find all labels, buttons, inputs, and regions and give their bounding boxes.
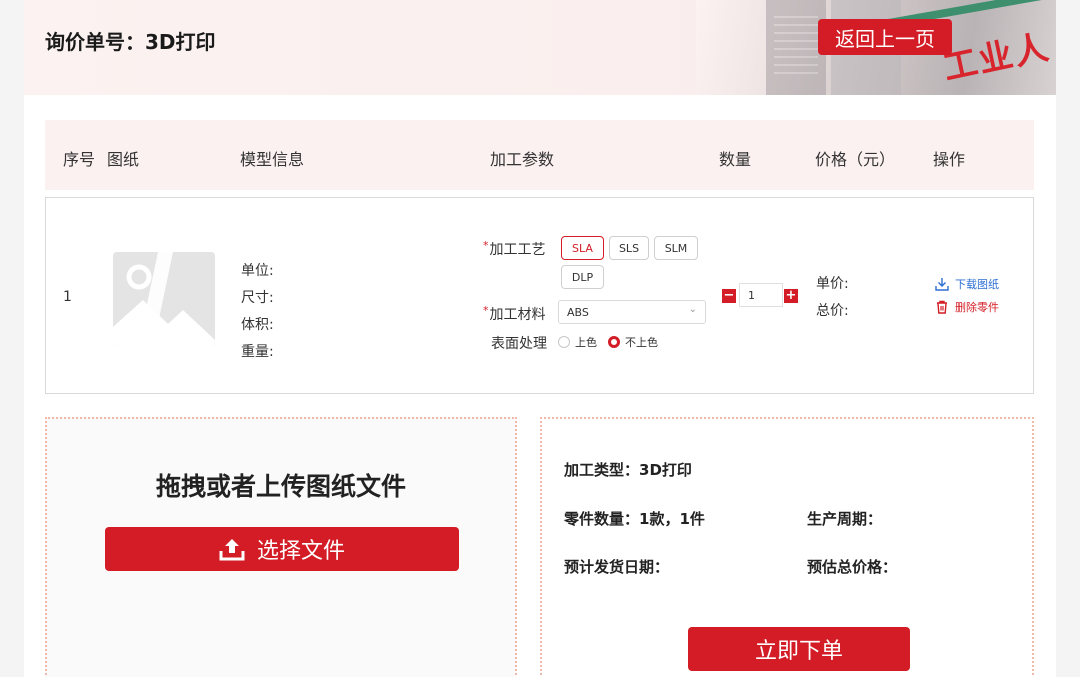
page: 工业人 询价单号：3D打印 返回上一页 序号 图纸 模型信息 加工参数 数量 价… (24, 0, 1056, 677)
quantity-decrement-button[interactable]: − (722, 289, 736, 303)
row-index: 1 (63, 289, 72, 305)
material-label-text: 加工材料 (489, 307, 546, 323)
total-price-label: 总价: (816, 303, 849, 319)
process-type: 加工类型：3D打印 (564, 461, 692, 479)
material-select[interactable]: ABS ⌄ (558, 300, 706, 324)
material-select-value: ABS (567, 305, 589, 319)
required-mark: * (483, 304, 489, 317)
upload-dropzone[interactable]: 拖拽或者上传图纸文件 选择文件 (45, 417, 517, 677)
surface-option-color-label: 上色 (575, 336, 597, 349)
model-volume-label: 体积: (241, 317, 274, 333)
model-size-label: 尺寸: (241, 290, 274, 306)
table-row: 1 单位: 尺寸: 体积: 重量: *加工工艺 SLA SLS SLM DLP … (45, 197, 1034, 394)
process-label-text: 加工工艺 (489, 242, 546, 258)
page-title: 询价单号：3D打印 (45, 30, 216, 54)
upload-title: 拖拽或者上传图纸文件 (155, 472, 406, 501)
image-placeholder-icon (113, 252, 215, 347)
column-header-actions: 操作 (933, 150, 966, 169)
model-unit-label: 单位: (241, 263, 274, 279)
production-cycle: 生产周期： (807, 510, 883, 528)
model-info: 单位: 尺寸: 体积: 重量: (241, 258, 274, 366)
unit-price-label: 单价: (816, 276, 849, 292)
material-label: *加工材料 (483, 304, 546, 324)
process-option-sls[interactable]: SLS (609, 236, 649, 260)
surface-option-color[interactable]: 上色 (558, 334, 597, 350)
download-icon (935, 278, 949, 291)
ship-date: 预计发货日期： (564, 558, 670, 576)
required-mark: * (483, 239, 489, 252)
delete-part-label: 删除零件 (955, 301, 999, 314)
download-drawing-link[interactable]: 下载图纸 (935, 276, 999, 292)
choose-file-button[interactable]: 选择文件 (105, 527, 459, 571)
place-order-button[interactable]: 立即下单 (688, 627, 910, 671)
estimated-total: 预估总价格： (807, 558, 898, 576)
column-header-model-info: 模型信息 (240, 150, 305, 169)
order-summary: 加工类型：3D打印 零件数量：1款，1件 生产周期： 预计发货日期： 预估总价格… (540, 417, 1034, 677)
choose-file-label: 选择文件 (256, 539, 345, 564)
process-label: *加工工艺 (483, 239, 546, 259)
part-count: 零件数量：1款，1件 (564, 510, 705, 528)
banner-sign-text: 工业人 (939, 27, 1054, 89)
price-info: 单价: 总价: (816, 271, 849, 325)
drawing-thumbnail (113, 252, 215, 347)
table-header: 序号 图纸 模型信息 加工参数 数量 价格（元） 操作 (45, 120, 1034, 190)
surface-option-no-color-label: 不上色 (625, 336, 658, 349)
column-header-quantity: 数量 (719, 150, 752, 169)
process-option-dlp[interactable]: DLP (561, 265, 604, 289)
process-option-sla[interactable]: SLA (561, 236, 604, 260)
surface-label: 表面处理 (491, 336, 547, 352)
chevron-down-icon: ⌄ (688, 304, 697, 315)
trash-icon (937, 300, 947, 314)
process-option-slm[interactable]: SLM (654, 236, 698, 260)
delete-part-link[interactable]: 删除零件 (935, 299, 999, 315)
column-header-drawing: 图纸 (107, 150, 140, 169)
column-header-params: 加工参数 (490, 150, 555, 169)
quantity-input[interactable]: 1 (739, 283, 783, 307)
surface-option-no-color[interactable]: 不上色 (608, 334, 658, 350)
back-button[interactable]: 返回上一页 (818, 19, 952, 55)
radio-checked-icon (608, 336, 620, 348)
upload-icon (219, 539, 245, 561)
download-drawing-label: 下载图纸 (955, 278, 999, 291)
header-banner: 工业人 询价单号：3D打印 返回上一页 (24, 0, 1056, 95)
model-weight-label: 重量: (241, 344, 274, 360)
column-header-price: 价格（元） (815, 150, 896, 169)
radio-unchecked-icon (558, 336, 570, 348)
column-header-index: 序号 (63, 150, 96, 169)
banner-building (766, 0, 826, 95)
quantity-increment-button[interactable]: + (784, 289, 798, 303)
